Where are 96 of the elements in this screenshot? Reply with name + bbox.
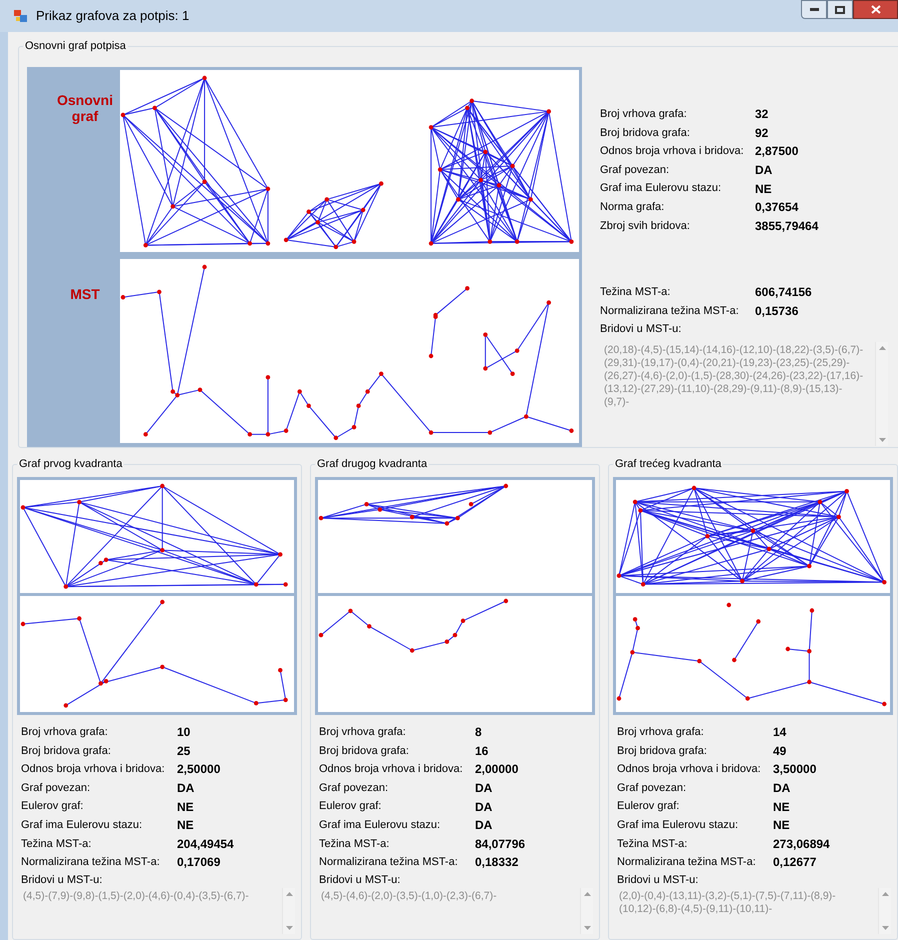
stat-value: 3,50000: [773, 761, 816, 778]
edge-list-text: (20,18)-(4,5)-(15,14)-(14,16)-(12,10)-(18,22)-(3,5)-(6,7)-(29,31)-(19,17)-(0,4)-(20,21)-(19,23)-(23,25)-(25,29)-(26,27)-(4,6)-(2,0)-(1,5)-(28,30)-(24,26)-(23,22)-(17,16)-(13,12)-(27,29)-(11,10)-(28,29)-(9,11)-(8,9)-(15,13)-(9,7)-: [603, 343, 864, 410]
minimize-button[interactable]: [801, 0, 827, 19]
stat-label: Normalizirana težina MST-a:: [21, 855, 161, 870]
stat-value: DA: [773, 780, 790, 798]
stat-value: 32: [755, 106, 768, 124]
stat-label: Odnos broja vrhova i bridova:: [600, 144, 745, 160]
stat-value: 273,06894: [773, 836, 830, 853]
edge-list-text: (4,5)-(7,9)-(9,8)-(1,5)-(2,0)-(4,6)-(0,4)-(3,5)-(6,7)-: [22, 888, 250, 904]
minimize-icon: [810, 8, 818, 11]
stat-value: 49: [773, 742, 786, 760]
stat-value: NE: [177, 798, 194, 816]
stat-value: 606,74156: [755, 284, 812, 302]
stat-label: Broj bridova grafa:: [617, 744, 708, 759]
stat-label: Norma grafa:: [600, 200, 666, 216]
stat-label: Graf ima Eulerovu stazu:: [21, 818, 144, 834]
stat-value: NE: [755, 180, 772, 198]
stat-label: Zbroj svih bridova:: [600, 218, 691, 234]
stat-label: Normalizirana težina MST-a:: [319, 855, 459, 870]
stat-label: Normalizirana težina MST-a:: [617, 855, 757, 870]
group-title: Graf trećeg kvadranta: [613, 457, 724, 471]
stat-label: Graf povezan:: [600, 162, 670, 178]
stat-value: 0,18332: [475, 854, 518, 872]
stat-value: DA: [475, 817, 492, 834]
stat-value: 204,49454: [177, 836, 234, 853]
stat-value: NE: [773, 798, 790, 816]
stat-value: 2,50000: [177, 761, 220, 778]
stat-value: 0,37654: [755, 199, 798, 216]
stat-label: Težina MST-a:: [617, 836, 688, 852]
edge-list-text: (2,0)-(0,4)-(13,11)-(3,2)-(5,1)-(7,5)-(7,11)-(8,9)-(10,12)-(6,8)-(4,5)-(9,11)-(10,11)-: [618, 888, 837, 917]
stat-label: Eulerov graf:: [319, 799, 382, 814]
stat-value: DA: [475, 798, 492, 816]
scroll-down-icon[interactable]: [584, 926, 590, 930]
scroll-up-icon[interactable]: [878, 346, 886, 350]
field-label: Bridovi u MST-u:: [600, 322, 682, 338]
stat-label: Težina MST-a:: [319, 836, 390, 852]
field-label: Bridovi u MST-u:: [616, 872, 700, 888]
stat-label: Graf ima Eulerovu stazu:: [617, 818, 740, 834]
stat-value: 84,07796: [475, 836, 526, 853]
stat-label: Odnos broja vrhova i bridova:: [617, 762, 762, 778]
stat-label: Broj vrhova grafa:: [600, 107, 688, 122]
scroll-up-icon[interactable]: [286, 892, 292, 896]
stat-value: 14: [773, 724, 786, 742]
stat-value: 10: [177, 724, 190, 742]
stat-label: Broj bridova grafa:: [319, 744, 410, 759]
scroll-up-icon[interactable]: [882, 892, 888, 896]
stat-value: 0,17069: [177, 854, 220, 872]
stat-label: Graf povezan:: [319, 780, 390, 796]
stat-value: 92: [755, 124, 768, 142]
stat-value: 0,12677: [773, 854, 816, 872]
scroll-down-icon[interactable]: [882, 926, 888, 930]
stat-value: 8: [475, 724, 482, 742]
stat-label: Težina MST-a:: [21, 836, 92, 852]
stat-value: NE: [773, 817, 790, 834]
stat-label: Normalizirana težina MST-a:: [600, 304, 740, 319]
close-button[interactable]: [853, 0, 898, 19]
stat-label: Odnos broja vrhova i bridova:: [21, 762, 166, 778]
stat-value: DA: [755, 162, 772, 180]
stat-label: Težina MST-a:: [600, 285, 672, 300]
stat-value: 25: [177, 742, 190, 760]
stat-value: 16: [475, 742, 488, 760]
stat-label: Eulerov graf:: [617, 799, 680, 814]
maximize-button[interactable]: [827, 0, 853, 19]
close-icon: [870, 5, 880, 14]
stat-label: Broj bridova grafa:: [21, 744, 112, 759]
group-title: Graf prvog kvadranta: [17, 457, 124, 471]
stat-label: Broj vrhova grafa:: [319, 725, 407, 740]
stat-value: 2,00000: [475, 761, 518, 778]
stat-label: Broj vrhova grafa:: [21, 725, 109, 740]
group-title: Osnovni graf potpisa: [23, 39, 128, 53]
field-label: Bridovi u MST-u:: [318, 872, 402, 888]
maximize-icon: [835, 6, 845, 14]
mst-label: MST: [69, 285, 101, 304]
stat-value: NE: [177, 817, 194, 834]
scroll-down-icon[interactable]: [286, 926, 292, 930]
field-label: Bridovi u MST-u:: [20, 872, 104, 888]
stat-value: 3855,79464: [755, 218, 818, 235]
scroll-down-icon[interactable]: [878, 438, 886, 442]
window-title: Prikaz grafova za potpis: 1: [36, 7, 190, 26]
stat-label: Broj bridova grafa:: [600, 126, 691, 141]
stat-value: 0,15736: [755, 303, 798, 320]
stat-label: Broj vrhova grafa:: [617, 725, 705, 740]
stat-value: 2,87500: [755, 143, 798, 160]
stat-value: DA: [177, 780, 194, 798]
stat-label: Eulerov graf:: [21, 799, 84, 814]
stat-label: Graf povezan:: [617, 780, 688, 796]
graph-label: Osnovni graf: [56, 92, 114, 124]
scroll-up-icon[interactable]: [584, 892, 590, 896]
stat-label: Graf povezan:: [21, 780, 92, 796]
group-title: Graf drugog kvadranta: [315, 457, 430, 471]
stat-label: Graf ima Eulerovu stazu:: [319, 818, 442, 834]
stat-label: Graf ima Eulerovu stazu:: [600, 181, 722, 196]
edge-list-text: (4,5)-(4,6)-(2,0)-(3,5)-(1,0)-(2,3)-(6,7)-: [320, 888, 498, 904]
stat-value: DA: [475, 780, 492, 798]
stat-label: Odnos broja vrhova i bridova:: [319, 762, 464, 778]
app-icon: [14, 9, 28, 23]
